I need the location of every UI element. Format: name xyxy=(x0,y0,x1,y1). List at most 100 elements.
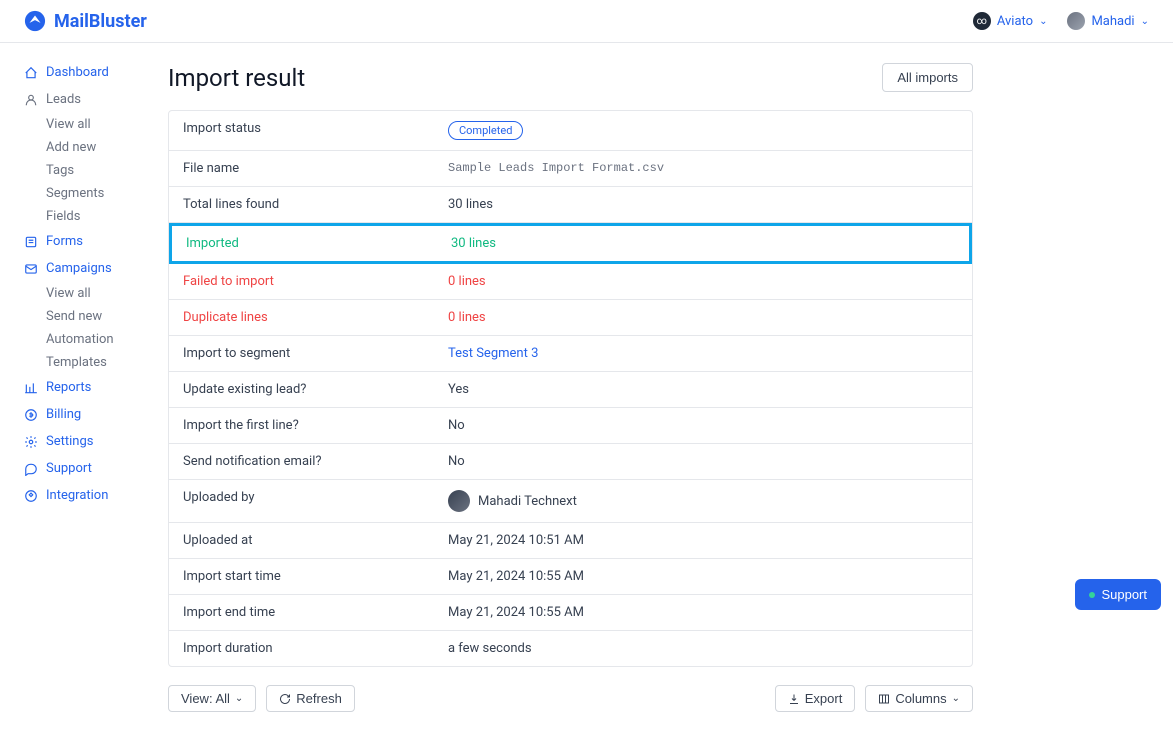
chevron-down-icon: ⌄ xyxy=(1141,16,1149,27)
user-avatar xyxy=(1067,12,1085,30)
dollar-icon xyxy=(24,408,38,422)
row-failed: Failed to import 0 lines xyxy=(169,264,972,300)
sidebar-item-settings[interactable]: Settings xyxy=(24,428,160,455)
sidebar-item-billing[interactable]: Billing xyxy=(24,401,160,428)
view-label: View: All xyxy=(181,691,230,706)
import-info-table: Import status Completed File name Sample… xyxy=(168,110,973,667)
sidebar-sub-fields[interactable]: Fields xyxy=(46,205,160,228)
sidebar-sub-send-new[interactable]: Send new xyxy=(46,305,160,328)
sidebar-item-leads[interactable]: Leads xyxy=(24,86,160,113)
logo-text: MailBluster xyxy=(54,11,147,32)
user-icon xyxy=(24,93,38,107)
chat-icon xyxy=(24,462,38,476)
logo-icon xyxy=(24,10,46,32)
sidebar-sub-view-all[interactable]: View all xyxy=(46,282,160,305)
sidebar-item-label: Reports xyxy=(46,380,91,395)
row-label: Failed to import xyxy=(169,264,434,299)
row-value: 0 lines xyxy=(434,264,972,299)
row-label: Uploaded by xyxy=(169,480,434,522)
row-label: Duplicate lines xyxy=(169,300,434,335)
sidebar-sub-automation[interactable]: Automation xyxy=(46,328,160,351)
row-uploaded-at: Uploaded at May 21, 2024 10:51 AM xyxy=(169,523,972,559)
form-icon xyxy=(24,235,38,249)
view-dropdown[interactable]: View: All ⌄ xyxy=(168,685,256,712)
row-label: Imported xyxy=(172,226,437,261)
chevron-down-icon: ⌄ xyxy=(235,693,243,704)
row-file-name: File name Sample Leads Import Format.csv xyxy=(169,151,972,187)
status-dot-icon xyxy=(1089,592,1095,598)
main-content: Import result All imports Import status … xyxy=(160,43,1173,752)
row-duplicate: Duplicate lines 0 lines xyxy=(169,300,972,336)
chevron-down-icon: ⌄ xyxy=(1039,16,1047,27)
sidebar-item-campaigns[interactable]: Campaigns xyxy=(24,255,160,282)
columns-icon xyxy=(878,693,890,705)
row-value: Completed xyxy=(434,111,972,150)
support-widget[interactable]: Support xyxy=(1075,579,1161,610)
row-value: May 21, 2024 10:51 AM xyxy=(434,523,972,558)
uploader-avatar xyxy=(448,490,470,512)
sidebar-item-label: Support xyxy=(46,461,92,476)
sidebar-item-label: Campaigns xyxy=(46,261,112,276)
sidebar-sub-tags[interactable]: Tags xyxy=(46,159,160,182)
sidebar-sub-add-new[interactable]: Add new xyxy=(46,136,160,159)
user-name: Mahadi xyxy=(1091,14,1134,29)
download-icon xyxy=(788,693,800,705)
row-label: Import duration xyxy=(169,631,434,666)
row-value: 30 lines xyxy=(434,187,972,222)
row-label: Uploaded at xyxy=(169,523,434,558)
row-label: File name xyxy=(169,151,434,186)
refresh-button[interactable]: Refresh xyxy=(266,685,355,712)
sidebar-item-label: Integration xyxy=(46,488,108,503)
row-duration: Import duration a few seconds xyxy=(169,631,972,666)
row-update: Update existing lead? Yes xyxy=(169,372,972,408)
page-title: Import result xyxy=(168,64,305,92)
sidebar-item-forms[interactable]: Forms xyxy=(24,228,160,255)
sidebar-item-reports[interactable]: Reports xyxy=(24,374,160,401)
gear-icon xyxy=(24,435,38,449)
row-value: 30 lines xyxy=(437,226,969,261)
mail-icon xyxy=(24,262,38,276)
row-label: Update existing lead? xyxy=(169,372,434,407)
row-label: Import start time xyxy=(169,559,434,594)
sidebar: Dashboard Leads View all Add new Tags Se… xyxy=(0,43,160,752)
chart-icon xyxy=(24,381,38,395)
workspace-menu[interactable]: Aviato ⌄ xyxy=(973,12,1048,30)
row-first-line: Import the first line? No xyxy=(169,408,972,444)
leads-subitems: View all Add new Tags Segments Fields xyxy=(24,113,160,228)
sidebar-item-dashboard[interactable]: Dashboard xyxy=(24,59,160,86)
campaigns-subitems: View all Send new Automation Templates xyxy=(24,282,160,374)
row-value: No xyxy=(434,444,972,479)
sidebar-sub-view-all[interactable]: View all xyxy=(46,113,160,136)
columns-dropdown[interactable]: Columns ⌄ xyxy=(865,685,973,712)
home-icon xyxy=(24,66,38,80)
row-value: No xyxy=(434,408,972,443)
columns-label: Columns xyxy=(895,691,946,706)
sidebar-item-integration[interactable]: Integration xyxy=(24,482,160,509)
refresh-label: Refresh xyxy=(296,691,342,706)
all-imports-button[interactable]: All imports xyxy=(882,63,973,92)
row-value: a few seconds xyxy=(434,631,972,666)
row-value: Yes xyxy=(434,372,972,407)
row-end: Import end time May 21, 2024 10:55 AM xyxy=(169,595,972,631)
row-value: Test Segment 3 xyxy=(434,336,972,371)
sidebar-item-label: Leads xyxy=(46,92,81,107)
segment-link[interactable]: Test Segment 3 xyxy=(448,346,538,361)
row-value: May 21, 2024 10:55 AM xyxy=(434,559,972,594)
app-header: MailBluster Aviato ⌄ Mahadi ⌄ xyxy=(0,0,1173,43)
bottom-toolbar: View: All ⌄ Refresh Export Columns ⌄ xyxy=(168,685,973,712)
row-uploaded-by: Uploaded by Mahadi Technext xyxy=(169,480,972,523)
export-button[interactable]: Export xyxy=(775,685,856,712)
sidebar-sub-templates[interactable]: Templates xyxy=(46,351,160,374)
logo[interactable]: MailBluster xyxy=(24,10,147,32)
row-value: Sample Leads Import Format.csv xyxy=(434,151,972,186)
row-segment: Import to segment Test Segment 3 xyxy=(169,336,972,372)
user-menu[interactable]: Mahadi ⌄ xyxy=(1067,12,1149,30)
refresh-icon xyxy=(279,693,291,705)
row-imported: Imported 30 lines xyxy=(169,223,972,264)
sidebar-item-support[interactable]: Support xyxy=(24,455,160,482)
support-label: Support xyxy=(1101,587,1147,602)
sidebar-item-label: Billing xyxy=(46,407,81,422)
sidebar-sub-segments[interactable]: Segments xyxy=(46,182,160,205)
row-label: Send notification email? xyxy=(169,444,434,479)
row-value: Mahadi Technext xyxy=(434,480,972,522)
